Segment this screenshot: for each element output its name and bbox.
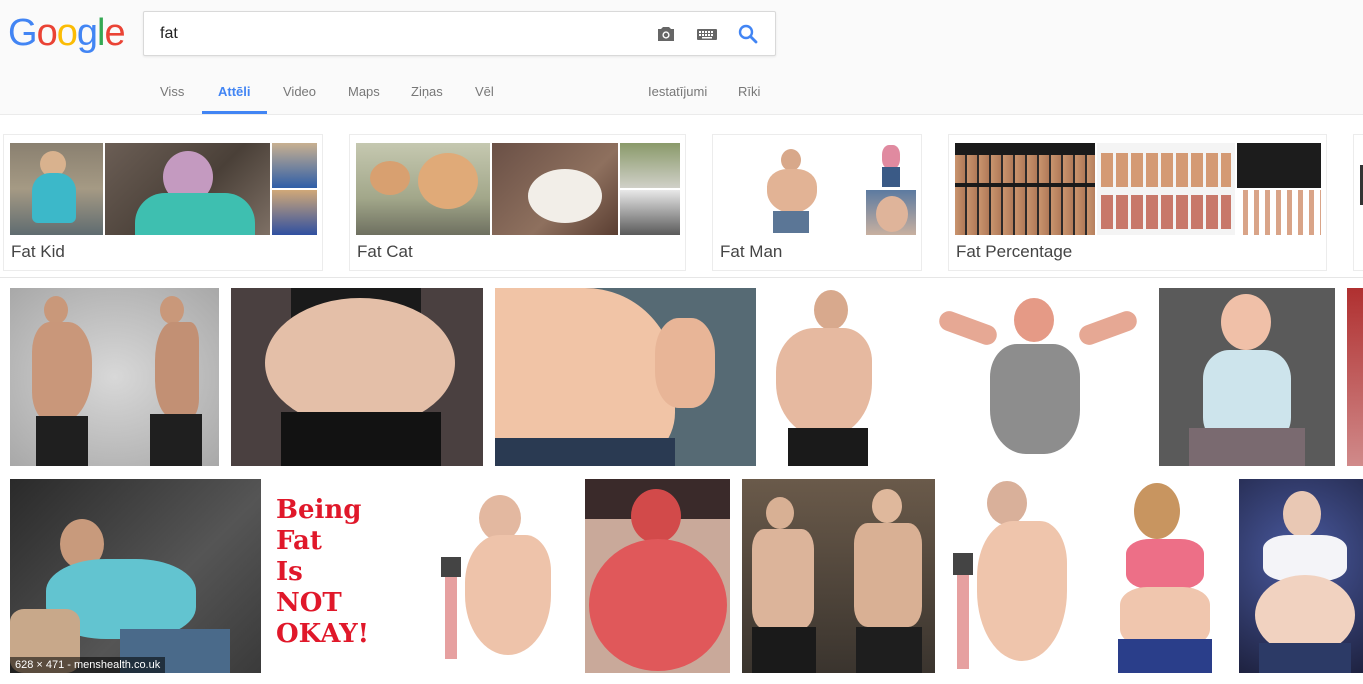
related-thumb bbox=[1237, 190, 1321, 235]
related-label: Fat Kid bbox=[11, 242, 65, 261]
related-thumb bbox=[272, 143, 317, 188]
related-thumb bbox=[620, 143, 680, 188]
related-thumb bbox=[866, 190, 916, 235]
related-thumb bbox=[719, 143, 864, 235]
being-line: NOT bbox=[276, 588, 342, 618]
being-fat-text: Being Fat Is NOT OKAY! bbox=[276, 495, 369, 650]
logo-letter: o bbox=[36, 12, 58, 54]
related-thumb bbox=[272, 190, 317, 235]
related-label: Fat Cat bbox=[357, 242, 413, 261]
tab-images[interactable]: Attēli bbox=[218, 84, 251, 99]
related-thumb bbox=[10, 143, 103, 235]
related-label: Fat Man bbox=[720, 242, 783, 261]
tab-more[interactable]: Vēl bbox=[475, 84, 494, 99]
divider bbox=[0, 277, 1363, 278]
related-thumb bbox=[1237, 143, 1321, 188]
camera-icon[interactable] bbox=[654, 22, 678, 46]
related-label: Fat Percentage bbox=[956, 242, 1073, 261]
image-result[interactable] bbox=[1347, 288, 1363, 466]
image-result[interactable] bbox=[1094, 479, 1230, 673]
keyboard-icon[interactable] bbox=[695, 22, 719, 46]
tab-news[interactable]: Ziņas bbox=[411, 84, 443, 99]
related-thumb bbox=[105, 143, 270, 235]
being-line: OKAY! bbox=[276, 619, 370, 649]
logo-letter: l bbox=[96, 12, 106, 54]
related-thumb bbox=[492, 143, 618, 235]
related-thumb bbox=[955, 143, 1095, 235]
image-result[interactable] bbox=[10, 288, 219, 466]
tab-maps[interactable]: Maps bbox=[348, 84, 380, 99]
google-logo[interactable]: Google bbox=[8, 12, 126, 55]
related-search-fat-percentage[interactable]: Fat Percentage bbox=[948, 134, 1327, 271]
tab-tools[interactable]: Rīki bbox=[738, 84, 760, 99]
logo-letter: G bbox=[8, 12, 38, 54]
being-line: Being bbox=[276, 495, 362, 525]
logo-letter: o bbox=[56, 12, 78, 54]
header: Google Viss Attēli Video Maps Ziņas Vēl … bbox=[0, 0, 1363, 115]
image-result[interactable] bbox=[947, 479, 1082, 673]
search-icon[interactable] bbox=[736, 22, 760, 46]
image-result[interactable] bbox=[231, 288, 483, 466]
related-search-fat-man[interactable]: Fat Man bbox=[712, 134, 922, 271]
image-result[interactable] bbox=[768, 288, 918, 466]
image-result[interactable] bbox=[742, 479, 935, 673]
image-result[interactable]: 628 × 471 - menshealth.co.uk bbox=[10, 479, 261, 673]
search-input[interactable] bbox=[160, 25, 630, 43]
logo-letter: g bbox=[76, 12, 98, 54]
tab-video[interactable]: Video bbox=[283, 84, 316, 99]
tab-all[interactable]: Viss bbox=[160, 84, 184, 99]
image-result[interactable] bbox=[585, 479, 730, 673]
being-line: Fat bbox=[276, 526, 322, 556]
related-search-next[interactable] bbox=[1353, 134, 1363, 271]
image-result[interactable] bbox=[1239, 479, 1363, 673]
related-thumb bbox=[356, 143, 490, 235]
related-search-fat-cat[interactable]: Fat Cat bbox=[349, 134, 686, 271]
search-box bbox=[143, 11, 776, 56]
being-line: Is bbox=[276, 557, 303, 587]
related-thumb bbox=[866, 143, 916, 188]
related-thumb bbox=[620, 190, 680, 235]
search-tabs: Viss Attēli Video Maps Ziņas Vēl Iestatī… bbox=[143, 78, 1363, 115]
related-thumb bbox=[1097, 143, 1235, 235]
image-result[interactable] bbox=[928, 288, 1145, 466]
tab-settings[interactable]: Iestatījumi bbox=[648, 84, 707, 99]
logo-letter: e bbox=[104, 12, 125, 54]
image-result[interactable] bbox=[1159, 288, 1335, 466]
related-search-fat-kid[interactable]: Fat Kid bbox=[3, 134, 323, 271]
image-result[interactable] bbox=[495, 288, 756, 466]
image-caption: 628 × 471 - menshealth.co.uk bbox=[10, 657, 166, 673]
active-tab-indicator bbox=[202, 111, 267, 114]
